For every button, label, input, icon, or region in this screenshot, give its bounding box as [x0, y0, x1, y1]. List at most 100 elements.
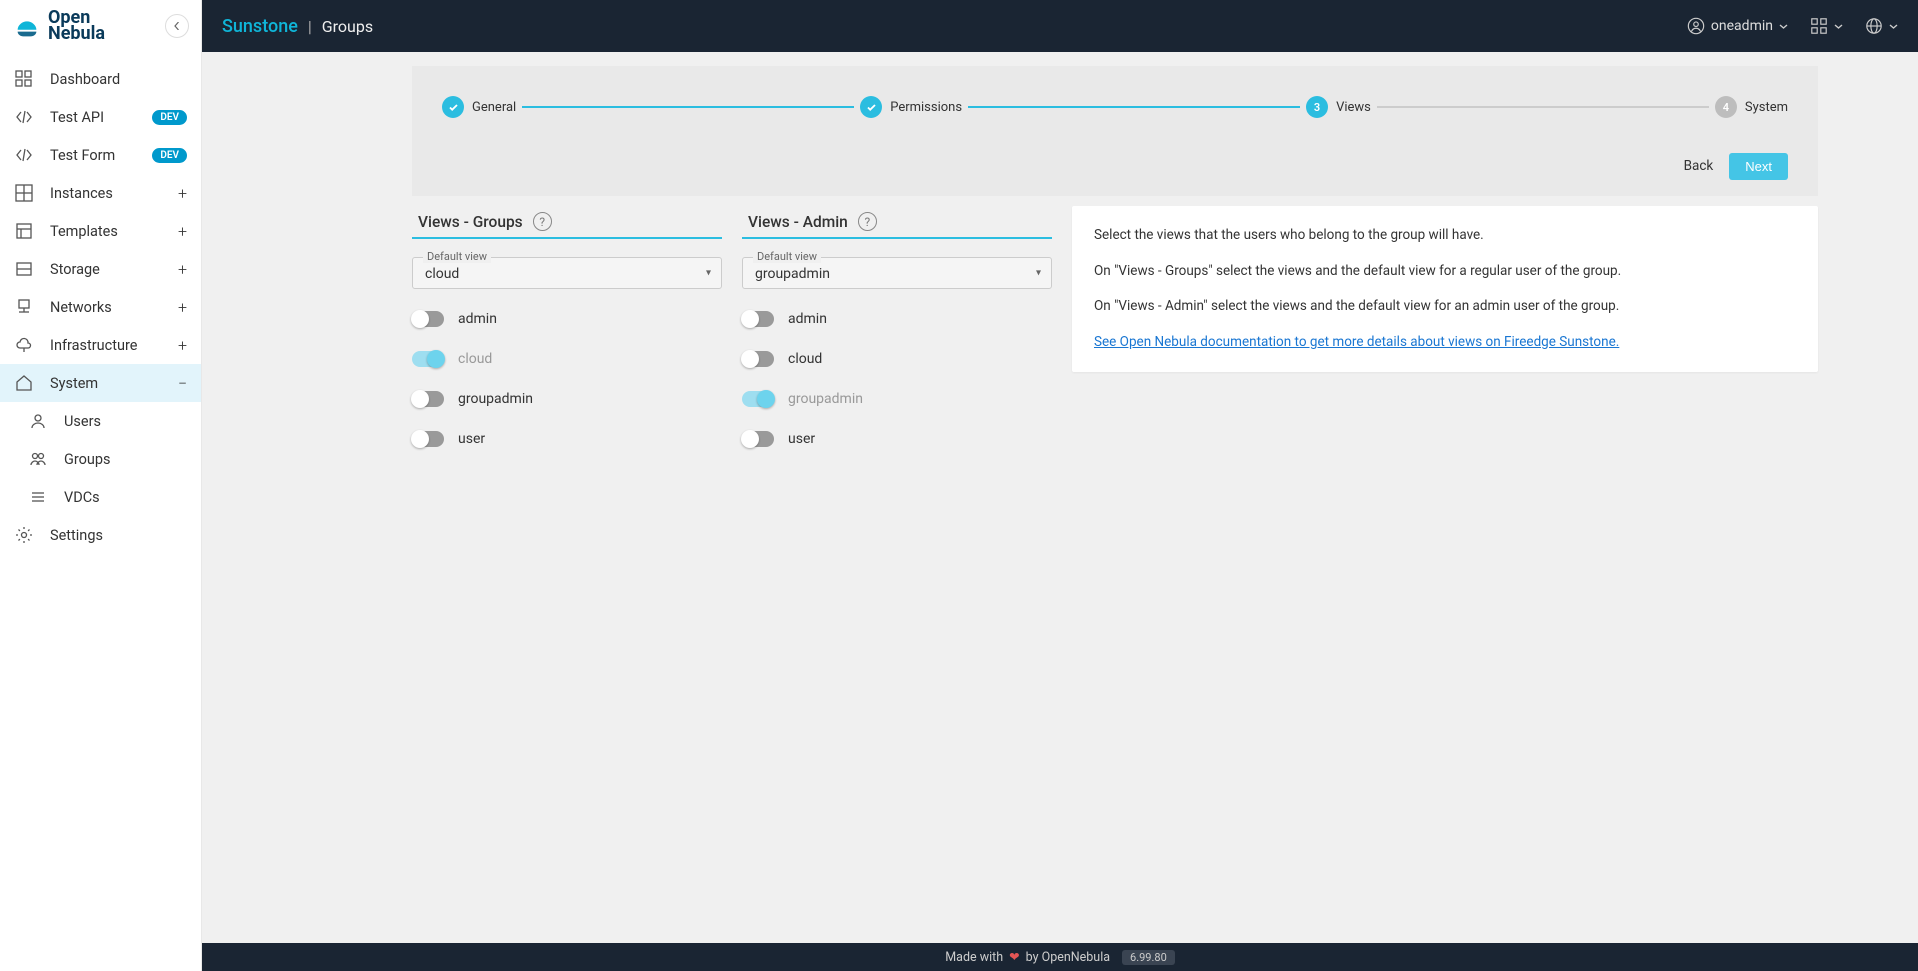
toggle-cloud[interactable] [742, 351, 774, 367]
views-groups-col: Views - Groups ? Default view cloud ▾ ad… [412, 206, 722, 471]
heart-icon: ❤ [1009, 949, 1019, 965]
stepper-actions: Back Next [442, 152, 1788, 180]
logo-bottom: Nebula [48, 26, 105, 42]
nav-templates[interactable]: Templates + [0, 212, 201, 250]
toggle-row: cloud [412, 351, 722, 367]
dev-badge: DEV [152, 110, 187, 125]
logo-icon [12, 11, 42, 41]
help-icon[interactable]: ? [533, 212, 552, 231]
step-permissions[interactable]: Permissions [860, 96, 962, 118]
step-system[interactable]: 4 System [1715, 96, 1788, 118]
step-line [522, 106, 854, 108]
nav-storage[interactable]: Storage + [0, 250, 201, 288]
toggle-row: groupadmin [742, 391, 1052, 407]
nav-infrastructure[interactable]: Infrastructure + [0, 326, 201, 364]
user-circle-icon [1687, 17, 1705, 35]
help-icon[interactable]: ? [858, 212, 877, 231]
next-button[interactable]: Next [1729, 153, 1788, 180]
plus-icon: + [178, 222, 187, 241]
templates-icon [14, 221, 34, 241]
default-view-select-admin[interactable]: Default view groupadmin ▾ [742, 257, 1052, 289]
toggle-row: user [742, 431, 1052, 447]
breadcrumb-sep: | [308, 17, 312, 36]
user-icon [28, 411, 48, 431]
list-icon [28, 487, 48, 507]
info-text: On "Views - Admin" select the views and … [1094, 297, 1796, 317]
step-views[interactable]: 3 Views [1306, 96, 1371, 118]
collapse-sidebar-button[interactable] [165, 14, 189, 38]
toggle-cloud[interactable] [412, 351, 444, 367]
grid-icon [14, 183, 34, 203]
nav-instances[interactable]: Instances + [0, 174, 201, 212]
nav-test-form[interactable]: Test Form DEV [0, 136, 201, 174]
topbar: Sunstone | Groups oneadmin [202, 0, 1918, 52]
nav-vdcs[interactable]: VDCs [0, 478, 201, 516]
toggle-user[interactable] [412, 431, 444, 447]
toggle-admin[interactable] [412, 311, 444, 327]
main: Sunstone | Groups oneadmin [202, 0, 1918, 971]
language-menu[interactable] [1865, 17, 1898, 35]
nav-users[interactable]: Users [0, 402, 201, 440]
nav-label: Users [64, 413, 187, 430]
chevron-down-icon: ▾ [1036, 268, 1041, 279]
toggle-label: user [788, 431, 815, 447]
step-line [968, 106, 1300, 108]
select-label: Default view [753, 250, 821, 263]
app-name: Sunstone [222, 16, 298, 37]
nav-groups[interactable]: Groups [0, 440, 201, 478]
nav: Dashboard Test API DEV Test Form DEV Ins… [0, 52, 201, 554]
minus-icon: − [178, 374, 187, 393]
nav-label: Templates [50, 223, 162, 240]
views-admin-col: Views - Admin ? Default view groupadmin … [742, 206, 1052, 471]
nav-test-api[interactable]: Test API DEV [0, 98, 201, 136]
chevron-down-icon [1834, 22, 1843, 31]
toggle-user[interactable] [742, 431, 774, 447]
step-line [1377, 106, 1709, 108]
info-text: On "Views - Groups" select the views and… [1094, 262, 1796, 282]
toggle-row: admin [412, 311, 722, 327]
toggle-label: groupadmin [788, 391, 863, 407]
step-general[interactable]: General [442, 96, 516, 118]
gear-icon [14, 525, 34, 545]
plus-icon: + [178, 184, 187, 203]
dev-badge: DEV [152, 148, 187, 163]
username: oneadmin [1711, 18, 1773, 34]
section-title: Views - Groups [418, 213, 523, 231]
home-icon [14, 373, 34, 393]
default-view-select-groups[interactable]: Default view cloud ▾ [412, 257, 722, 289]
select-value: cloud [425, 266, 691, 282]
version-badge: 6.99.80 [1122, 950, 1175, 965]
chevron-down-icon [1889, 22, 1898, 31]
nav-label: Storage [50, 261, 162, 278]
back-button[interactable]: Back [1680, 152, 1718, 180]
nav-label: Infrastructure [50, 337, 162, 354]
nav-label: Networks [50, 299, 162, 316]
info-text: Select the views that the users who belo… [1094, 226, 1796, 246]
nav-label: VDCs [64, 489, 187, 506]
footer-text: Made with [945, 950, 1003, 965]
nav-dashboard[interactable]: Dashboard [0, 60, 201, 98]
toggle-label: cloud [788, 351, 822, 367]
code-icon [14, 107, 34, 127]
toggle-admin[interactable] [742, 311, 774, 327]
toggle-groupadmin[interactable] [742, 391, 774, 407]
nav-networks[interactable]: Networks + [0, 288, 201, 326]
user-menu[interactable]: oneadmin [1687, 17, 1788, 35]
stepper: General Permissions 3 Views 4 [442, 96, 1788, 118]
nav-settings[interactable]: Settings [0, 516, 201, 554]
doc-link[interactable]: See Open Nebula documentation to get mor… [1094, 334, 1619, 350]
toggle-groupadmin[interactable] [412, 391, 444, 407]
toggle-row: user [412, 431, 722, 447]
plus-icon: + [178, 260, 187, 279]
users-icon [28, 449, 48, 469]
nav-system[interactable]: System − [0, 364, 201, 402]
logo: Open Nebula [12, 10, 105, 42]
globe-icon [1865, 17, 1883, 35]
section-title: Views - Admin [748, 213, 848, 231]
sidebar: Open Nebula Dashboard Test API DEV Test … [0, 0, 202, 971]
cloud-icon [14, 335, 34, 355]
logo-text: Open Nebula [48, 10, 105, 42]
apps-menu[interactable] [1810, 17, 1843, 35]
nav-label: Settings [50, 527, 187, 544]
step-number: 4 [1715, 96, 1737, 118]
